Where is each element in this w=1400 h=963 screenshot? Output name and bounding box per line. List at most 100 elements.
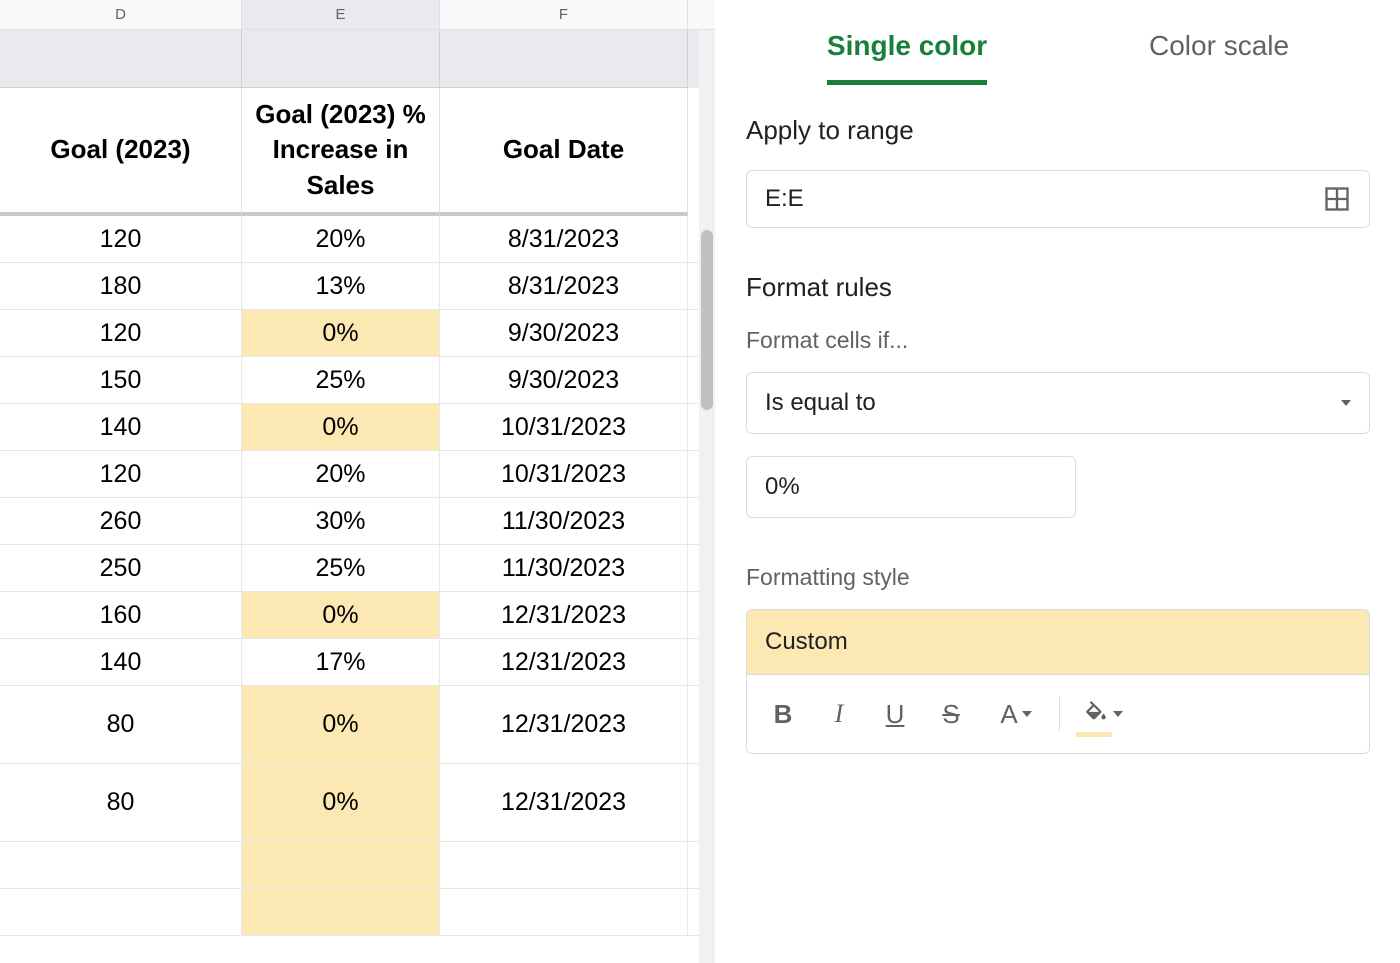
empty-row: [0, 889, 715, 936]
underline-button[interactable]: U: [869, 689, 921, 739]
cell-e[interactable]: 25%: [242, 357, 440, 403]
table-row: 800%12/31/2023: [0, 764, 715, 842]
column-header-e[interactable]: E: [242, 0, 440, 29]
format-cells-if-label: Format cells if...: [746, 327, 1370, 354]
table-row: 800%12/31/2023: [0, 686, 715, 764]
italic-button[interactable]: I: [813, 689, 865, 739]
cell-d[interactable]: 140: [0, 404, 242, 450]
cell-d[interactable]: 260: [0, 498, 242, 544]
cell-f[interactable]: 10/31/2023: [440, 404, 688, 450]
cell-d[interactable]: 80: [0, 764, 242, 841]
grid-icon[interactable]: [1323, 185, 1351, 213]
condition-value: Is equal to: [765, 389, 876, 417]
bold-button[interactable]: B: [757, 689, 809, 739]
range-input-wrapper[interactable]: [746, 170, 1370, 228]
cell-f[interactable]: 12/31/2023: [440, 764, 688, 841]
cell-e[interactable]: 0%: [242, 404, 440, 450]
table-row: 18013%8/31/2023: [0, 263, 715, 310]
cell-e[interactable]: 0%: [242, 592, 440, 638]
cell-f[interactable]: 8/31/2023: [440, 263, 688, 309]
empty-cell[interactable]: [0, 889, 242, 935]
column-header-f[interactable]: F: [440, 0, 688, 29]
format-toolbar: B I U S A: [746, 674, 1370, 754]
cell-f[interactable]: 12/31/2023: [440, 686, 688, 763]
header-goal-date[interactable]: Goal Date: [440, 88, 688, 216]
strikethrough-button[interactable]: S: [925, 689, 977, 739]
table-row: 1600%12/31/2023: [0, 592, 715, 639]
style-preview[interactable]: Custom: [746, 609, 1370, 674]
column-header-d[interactable]: D: [0, 0, 242, 29]
format-rules-label: Format rules: [746, 272, 1370, 303]
table-row: 12020%8/31/2023: [0, 216, 715, 263]
table-row: 15025%9/30/2023: [0, 357, 715, 404]
cell-e[interactable]: 25%: [242, 545, 440, 591]
empty-cell[interactable]: [440, 842, 688, 888]
cell-e[interactable]: 30%: [242, 498, 440, 544]
toolbar-separator: [1059, 697, 1060, 731]
scrollbar-thumb[interactable]: [701, 230, 713, 410]
cell-f[interactable]: 12/31/2023: [440, 639, 688, 685]
header-pct-increase[interactable]: Goal (2023) % Increase in Sales: [242, 88, 440, 216]
cell-f[interactable]: 12/31/2023: [440, 592, 688, 638]
cell-d[interactable]: 180: [0, 263, 242, 309]
tab-color-scale[interactable]: Color scale: [1149, 20, 1289, 85]
spacer-cell[interactable]: [440, 30, 688, 88]
formatting-style-label: Formatting style: [746, 564, 1370, 591]
cell-e[interactable]: 0%: [242, 686, 440, 763]
cell-d[interactable]: 150: [0, 357, 242, 403]
spacer-cell[interactable]: [0, 30, 242, 88]
chevron-down-icon: [1113, 711, 1123, 717]
empty-cell[interactable]: [0, 842, 242, 888]
condition-select[interactable]: Is equal to: [746, 372, 1370, 434]
cell-e[interactable]: 0%: [242, 310, 440, 356]
tab-single-color[interactable]: Single color: [827, 20, 987, 85]
conditional-format-sidebar: Single color Color scale Apply to range …: [716, 0, 1400, 963]
spreadsheet-grid: D E F Goal (2023) Goal (2023) % Increase…: [0, 0, 716, 963]
cell-f[interactable]: 9/30/2023: [440, 357, 688, 403]
cell-d[interactable]: 250: [0, 545, 242, 591]
spacer-cell[interactable]: [242, 30, 440, 88]
table-row: 1200%9/30/2023: [0, 310, 715, 357]
cell-f[interactable]: 9/30/2023: [440, 310, 688, 356]
paint-bucket-icon: [1083, 701, 1109, 727]
scrollbar-vertical[interactable]: [699, 30, 715, 963]
text-color-button[interactable]: A: [981, 689, 1051, 739]
table-row: 26030%11/30/2023: [0, 498, 715, 545]
cell-f[interactable]: 10/31/2023: [440, 451, 688, 497]
chevron-down-icon: [1341, 400, 1351, 406]
cell-e[interactable]: 20%: [242, 451, 440, 497]
format-tabs: Single color Color scale: [716, 0, 1400, 85]
cell-d[interactable]: 160: [0, 592, 242, 638]
empty-cell[interactable]: [440, 889, 688, 935]
cell-e[interactable]: 13%: [242, 263, 440, 309]
cell-d[interactable]: 140: [0, 639, 242, 685]
condition-value-input-wrapper[interactable]: [746, 456, 1076, 518]
fill-color-indicator: [1076, 732, 1112, 737]
cell-f[interactable]: 11/30/2023: [440, 498, 688, 544]
empty-row: [0, 842, 715, 889]
panel-content: Apply to range Format rules Format cells…: [716, 85, 1400, 754]
cell-d[interactable]: 120: [0, 216, 242, 262]
empty-cell[interactable]: [242, 889, 440, 935]
cell-e[interactable]: 17%: [242, 639, 440, 685]
cell-e[interactable]: 0%: [242, 764, 440, 841]
cell-e[interactable]: 20%: [242, 216, 440, 262]
fill-color-button[interactable]: [1068, 689, 1138, 739]
range-input[interactable]: [765, 185, 1323, 213]
condition-value-input[interactable]: [765, 473, 1057, 501]
cell-f[interactable]: 11/30/2023: [440, 545, 688, 591]
apply-range-label: Apply to range: [746, 115, 1370, 146]
cell-d[interactable]: 120: [0, 310, 242, 356]
column-headers-row: D E F: [0, 0, 715, 30]
table-row: 1400%10/31/2023: [0, 404, 715, 451]
cell-d[interactable]: 80: [0, 686, 242, 763]
spacer-row: [0, 30, 715, 88]
header-goal-2023[interactable]: Goal (2023): [0, 88, 242, 216]
table-row: 12020%10/31/2023: [0, 451, 715, 498]
chevron-down-icon: [1022, 711, 1032, 717]
empty-cell[interactable]: [242, 842, 440, 888]
cell-d[interactable]: 120: [0, 451, 242, 497]
cell-f[interactable]: 8/31/2023: [440, 216, 688, 262]
table-headers-row: Goal (2023) Goal (2023) % Increase in Sa…: [0, 88, 715, 216]
table-row: 14017%12/31/2023: [0, 639, 715, 686]
